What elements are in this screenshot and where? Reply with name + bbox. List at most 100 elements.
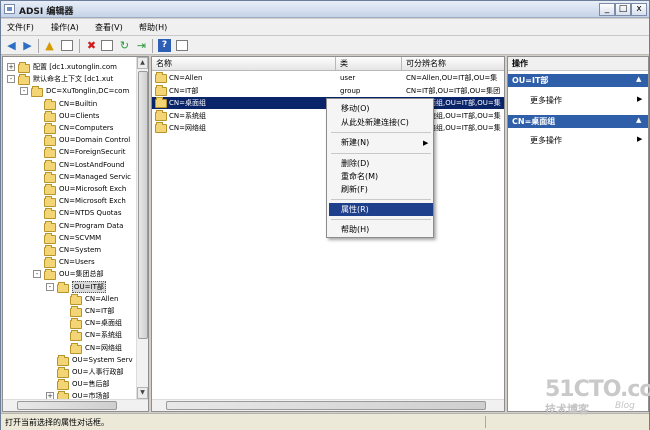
- list-hscrollbar[interactable]: [152, 399, 504, 411]
- tree-item[interactable]: OU=Microsoft Exch: [3, 183, 135, 195]
- menu-item-refresh[interactable]: 刷新(F): [329, 183, 433, 196]
- actions-pane: 操作 OU=IT部 ▲ 更多操作 ▶ CN=桌面组 ▲ 更多操作 ▶: [507, 56, 649, 412]
- tree-item-label: 默认命名上下文 [dc1.xut: [33, 75, 114, 84]
- tree-item[interactable]: CN=System: [3, 244, 135, 256]
- collapse-icon[interactable]: ▲: [636, 116, 641, 124]
- tree-item[interactable]: CN=Allen: [3, 293, 135, 305]
- export-icon[interactable]: ⇥: [135, 39, 148, 52]
- close-button[interactable]: x: [631, 3, 647, 16]
- minimize-button[interactable]: _: [599, 3, 615, 16]
- more-actions-item[interactable]: 更多操作: [530, 95, 562, 106]
- tree-item-label: CN=ForeignSecurit: [59, 148, 126, 157]
- tree-item[interactable]: + 配置 [dc1.xutonglin.com: [3, 61, 135, 73]
- tree-item[interactable]: OU=人事行政部: [3, 366, 135, 378]
- folder-icon: [70, 342, 82, 354]
- tree-item[interactable]: CN=ForeignSecurit: [3, 146, 135, 159]
- menu-view[interactable]: 查看(V): [95, 22, 123, 33]
- tree-item[interactable]: CN=系统组: [3, 329, 135, 342]
- menu-item-new-connection[interactable]: 从此处新建连接(C): [329, 116, 433, 129]
- menu-item-move[interactable]: 移动(O): [329, 102, 433, 115]
- tree-item-label: OU=IT部: [72, 280, 106, 293]
- collapse-icon[interactable]: -: [33, 270, 41, 279]
- tree-item[interactable]: CN=Builtin: [3, 98, 135, 110]
- folder-icon: [44, 123, 56, 134]
- hscroll-thumb[interactable]: [17, 401, 117, 410]
- tree-item-label: OU=人事行政部: [72, 368, 124, 376]
- cell-dn: CN=IT部,OU=IT部,OU=集团: [406, 86, 501, 95]
- scroll-thumb[interactable]: [138, 71, 148, 339]
- collapse-icon[interactable]: -: [7, 75, 15, 84]
- maximize-button[interactable]: □: [615, 3, 631, 16]
- tree-scrollbar[interactable]: ▲ ▼: [136, 57, 148, 399]
- refresh-icon[interactable]: ↻: [118, 39, 131, 52]
- menu-item-delete[interactable]: 删除(D): [329, 157, 433, 170]
- column-header-class[interactable]: 类: [336, 57, 402, 71]
- tree-item[interactable]: CN=Computers: [3, 122, 135, 134]
- tree-item[interactable]: OU=Domain Control: [3, 134, 135, 147]
- menu-action[interactable]: 操作(A): [51, 22, 79, 33]
- tree-item[interactable]: CN=Program Data: [3, 220, 135, 232]
- tree-item[interactable]: CN=网络组: [3, 342, 135, 354]
- properties-icon[interactable]: [101, 40, 113, 51]
- scroll-down-arrow[interactable]: ▼: [137, 387, 148, 399]
- actions-section-title[interactable]: OU=IT部: [508, 74, 648, 87]
- actions-section-title[interactable]: CN=桌面组: [508, 115, 648, 128]
- tree-item-label: CN=NTDS Quotas: [59, 209, 122, 218]
- more-actions-item[interactable]: 更多操作: [530, 135, 562, 146]
- tree-item[interactable]: CN=NTDS Quotas: [3, 207, 135, 220]
- forward-icon[interactable]: ▶: [21, 39, 34, 52]
- menu-item-new[interactable]: 新建(N): [329, 136, 433, 149]
- tree-item[interactable]: OU=Clients: [3, 110, 135, 122]
- list-row[interactable]: CN=Allen user CN=Allen,OU=IT部,OU=集: [152, 72, 504, 84]
- toolbar-separator: [79, 39, 80, 53]
- tree-item[interactable]: OU=System Serv: [3, 354, 135, 366]
- tree-hscrollbar[interactable]: [3, 399, 148, 411]
- scroll-up-arrow[interactable]: ▲: [137, 57, 148, 69]
- list-row[interactable]: CN=IT部 group CN=IT部,OU=IT部,OU=集团: [152, 84, 504, 97]
- cell-dn: CN=Allen,OU=IT部,OU=集: [406, 74, 498, 82]
- collapse-icon[interactable]: ▲: [636, 75, 641, 83]
- watermark-brand: 51CTO.com: [545, 377, 650, 402]
- cell-name: CN=Allen: [169, 74, 203, 82]
- help-icon[interactable]: ?: [158, 39, 171, 52]
- menu-item-properties[interactable]: 属性(R): [329, 203, 433, 216]
- menu-separator: [331, 199, 431, 200]
- tree-item[interactable]: - 默认命名上下文 [dc1.xut: [3, 73, 135, 86]
- tree-item[interactable]: CN=IT部: [3, 305, 135, 317]
- menu-file[interactable]: 文件(F): [7, 22, 34, 33]
- title-bar[interactable]: ADSI 编辑器 _ □ x: [1, 1, 649, 18]
- menu-item-rename[interactable]: 重命名(M): [329, 170, 433, 183]
- tree-item[interactable]: CN=Users: [3, 256, 135, 269]
- menu-separator: [331, 219, 431, 220]
- hscroll-thumb[interactable]: [166, 401, 486, 410]
- up-icon[interactable]: ▲: [43, 39, 56, 52]
- tree-item[interactable]: OU=售后部: [3, 378, 135, 391]
- tree-item[interactable]: CN=LostAndFound: [3, 159, 135, 171]
- tree-item[interactable]: CN=SCVMM: [3, 232, 135, 244]
- folder-icon: [44, 232, 56, 244]
- menu-help[interactable]: 帮助(H): [139, 22, 167, 33]
- collapse-icon[interactable]: -: [46, 282, 54, 291]
- tree-item[interactable]: CN=Managed Servic: [3, 171, 135, 183]
- column-header-dn[interactable]: 可分辨名称: [402, 57, 504, 71]
- folder-icon: [44, 245, 56, 256]
- back-icon[interactable]: ◀: [5, 39, 18, 52]
- tree-item-label: OU=Microsoft Exch: [59, 185, 127, 193]
- folder-icon: [70, 330, 82, 342]
- delete-icon[interactable]: ✖: [85, 39, 98, 52]
- expand-icon[interactable]: +: [7, 63, 15, 71]
- tree-item[interactable]: - OU=IT部: [3, 280, 135, 293]
- tree-item[interactable]: CN=Microsoft Exch: [3, 195, 135, 208]
- tree-item[interactable]: - DC=XuTonglin,DC=com: [3, 85, 135, 98]
- tree-item[interactable]: CN=桌面组: [3, 317, 135, 330]
- show-tree-icon[interactable]: [61, 40, 73, 51]
- console-icon[interactable]: [176, 40, 188, 51]
- tree-item-label: CN=Program Data: [59, 221, 124, 230]
- column-header-name[interactable]: 名称: [152, 57, 336, 71]
- folder-icon: [70, 293, 82, 305]
- tree-item[interactable]: - OU=集团总部: [3, 268, 135, 281]
- tree-pane: + 配置 [dc1.xutonglin.com - 默认命名上下文 [dc1.xut -…: [2, 56, 149, 412]
- menu-item-help[interactable]: 帮助(H): [329, 223, 433, 236]
- cell-class: user: [340, 74, 356, 82]
- collapse-icon[interactable]: -: [20, 87, 28, 96]
